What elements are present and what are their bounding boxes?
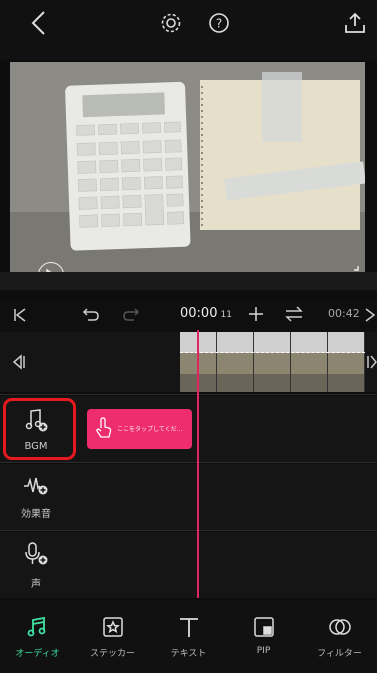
text-icon [178, 614, 200, 640]
timeline-controls: 00:00 11 00:42 [0, 298, 377, 332]
timecode-time: 00:00 [180, 306, 218, 321]
sfx-track-button[interactable]: 効果音 [0, 464, 72, 530]
fullscreen-icon[interactable] [352, 264, 365, 272]
nav-pip-label: PIP [256, 646, 271, 656]
back-icon[interactable] [24, 8, 54, 38]
bgm-highlight-box [3, 398, 76, 460]
jump-end-icon[interactable] [364, 307, 377, 327]
top-bar: ? [0, 0, 377, 60]
trim-start-icon[interactable] [10, 354, 26, 374]
divider [0, 462, 377, 463]
nav-sticker-label: ステッカー [89, 649, 135, 659]
nav-audio[interactable]: オーディオ [0, 600, 75, 673]
nav-text-label: テキスト [170, 649, 207, 659]
export-share-icon[interactable] [340, 8, 370, 38]
redo-icon[interactable] [122, 306, 140, 326]
filter-icon [328, 614, 352, 640]
nav-pip[interactable]: PIP [226, 600, 301, 673]
nav-sticker[interactable]: ステッカー [75, 600, 150, 673]
voice-track-button[interactable]: 声 [0, 532, 72, 598]
video-frame-image [10, 62, 365, 272]
bgm-hint-text: ここをタップしてくだ… [117, 426, 183, 433]
music-note-icon [27, 614, 49, 640]
nav-audio-label: オーディオ [15, 649, 60, 659]
nav-filter[interactable]: フィルター [302, 600, 377, 673]
clip-guide-line [180, 352, 365, 353]
trim-end-icon[interactable] [366, 354, 377, 374]
jump-start-icon[interactable] [12, 307, 28, 327]
settings-gear-icon[interactable] [156, 8, 186, 38]
swap-icon[interactable] [284, 306, 304, 326]
nav-text[interactable]: テキスト [151, 600, 226, 673]
nav-filter-label: フィルター [317, 649, 362, 659]
playhead[interactable] [197, 330, 199, 598]
preview-bottom-strip [0, 272, 377, 290]
divider [0, 530, 377, 531]
help-icon[interactable]: ? [204, 8, 234, 38]
clip-thumbnail [254, 332, 291, 392]
voice-track-label: 声 [31, 578, 41, 590]
divider [0, 394, 377, 395]
sfx-track: 効果音 [0, 464, 377, 530]
pip-icon [253, 614, 275, 640]
timecode: 00:00 11 [180, 306, 232, 321]
clip-thumbnail [291, 332, 328, 392]
sticker-icon [102, 614, 124, 640]
clip-thumbnail [217, 332, 254, 392]
waveform-add-icon [23, 475, 49, 501]
tap-hand-icon [95, 417, 113, 443]
duration: 00:42 [328, 307, 360, 320]
timecode-frames: 11 [220, 310, 232, 320]
sfx-track-label: 効果音 [21, 508, 51, 520]
svg-text:?: ? [216, 17, 222, 31]
clip-thumbnail [328, 332, 365, 392]
video-clip[interactable] [180, 332, 365, 392]
microphone-add-icon [23, 541, 49, 571]
bottom-nav: オーディオ ステッカー テキスト PIP フィルター [0, 600, 377, 673]
bgm-tap-hint-clip[interactable]: ここをタップしてくだ… [87, 409, 192, 449]
voice-track: 声 [0, 532, 377, 598]
add-icon[interactable] [248, 306, 264, 326]
video-preview[interactable] [10, 62, 365, 272]
undo-icon[interactable] [82, 306, 100, 326]
